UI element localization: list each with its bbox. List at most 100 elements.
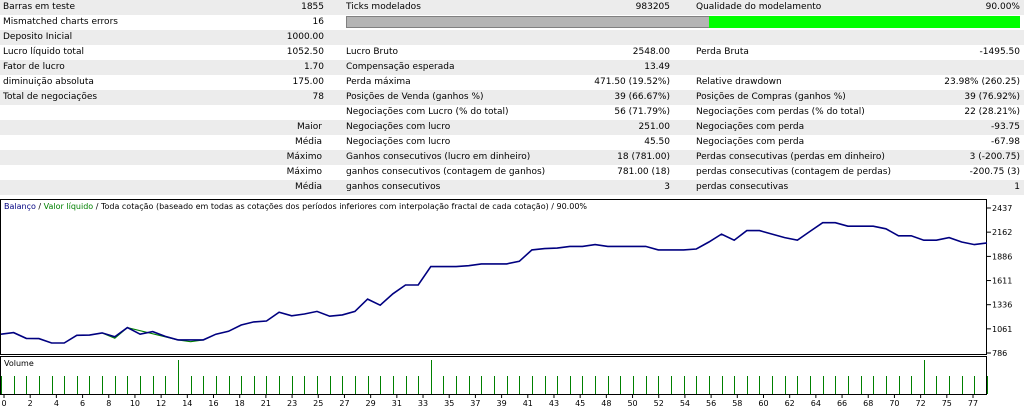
loss-trades-value: 22 (28.21%) [964,107,1020,117]
x-tick-label: 27 [339,399,349,408]
expected-payoff-value: 13.49 [644,62,670,72]
y-tick-label: 786 [992,349,1007,356]
y-tick-label: 1061 [992,325,1012,334]
report-row-maximum: Máximo Ganhos consecutivos (lucro em din… [0,150,1024,165]
avg-cons-loss-value: 1 [1014,182,1020,192]
profit-factor-value: 1.70 [303,62,324,72]
x-axis-ticks: 0 2 4 6 8 10 12 14 16 18 21 23 25 27 29 31 33 35 37 39 41 43 4… [1,395,978,408]
x-tick-label: 48 [601,399,611,408]
short-positions-value: 39 (66.67%) [614,92,670,102]
gross-profit-value: 2548.00 [632,47,670,57]
max-cons-wins-money-value: 18 (781.00) [617,152,670,162]
y-tick-label: 1886 [992,252,1012,261]
x-tick-label: 8 [106,399,111,408]
report-row-maximal: Máximo ganhos consecutivos (contagem de … [0,165,1024,180]
average2-label: Média [294,182,322,192]
x-tick-label: 6 [80,399,85,408]
report-row-average: Média Negociações com lucro 45.50 Negoci… [0,135,1024,150]
x-tick-label: 77 [968,399,978,408]
x-tick-label: 0 [1,399,6,408]
report-row-factor: Fator de lucro 1.70 Compensação esperada… [0,60,1024,75]
largest-profit-value: 251.00 [638,122,671,132]
net-profit-value: 1052.50 [286,47,324,57]
x-tick-label: 33 [418,399,428,408]
x-tick-label: 58 [732,399,742,408]
x-tick-label: 25 [313,399,323,408]
y-tick-label: 2437 [992,204,1012,213]
gross-loss-value: -1495.50 [979,47,1020,57]
x-tick-label: 52 [654,399,664,408]
deposit-label: Deposito Inicial [3,32,73,42]
y-tick-label: 1611 [992,277,1012,286]
x-tick-label: 29 [366,399,376,408]
x-tick-label: 64 [811,399,821,408]
x-tick-label: 60 [758,399,768,408]
max-cons-loss-money-value: 3 (-200.75) [969,152,1020,162]
deposit-value: 1000.00 [286,32,324,42]
average-label: Média [294,137,322,147]
volume-chart-svg: Volume [0,356,988,395]
long-positions-value: 39 (76.92%) [964,92,1020,102]
profit-factor-label: Fator de lucro [3,62,65,72]
largest-label: Maior [297,122,322,132]
x-tick-label: 68 [863,399,873,408]
report-row-largest: Maior Negociações com lucro 251.00 Negoc… [0,120,1024,135]
avg-cons-wins-value: 3 [664,182,670,192]
x-tick-label: 66 [837,399,847,408]
bars-value: 1855 [301,2,324,12]
profit-trades-value: 56 (71.79%) [614,107,670,117]
x-tick-label: 18 [235,399,245,408]
x-tick-label: 16 [208,399,218,408]
legend-sep: / [36,202,44,211]
x-tick-label: 14 [182,399,192,408]
quality-value: 90.00% [985,2,1020,12]
x-tick-label: 39 [497,399,507,408]
report-row-trades: Total de negociações 78 Posições de Vend… [0,90,1024,105]
chart-legend: Balanço / Valor líquido / Toda cotação (… [4,202,587,211]
x-tick-label: 70 [889,399,899,408]
legend-balance: Balanço [4,202,36,211]
y-tick-label: 1336 [992,301,1012,310]
avg-profit-value: 45.50 [644,137,670,147]
x-tick-label: 10 [130,399,140,408]
x-tick-label: 45 [575,399,585,408]
report-row-drawdown: diminuição absoluta 175.00 Perda máxima … [0,75,1024,90]
balance-chart: 786 1061 1336 1611 1886 2162 2437 Balanço / Va… [0,197,1024,358]
balance-chart-svg: 786 1061 1336 1611 1886 2162 2437 Balanço / Va… [0,199,1012,358]
quality-bar-fill [709,16,1020,28]
report-row-deposit: Deposito Inicial 1000.00 [0,30,1024,45]
x-tick-label: 37 [470,399,480,408]
bars-label: Barras em teste [3,2,75,12]
report-row-mismatch: Mismatched charts errors 16 [0,15,1024,30]
x-tick-label: 72 [916,399,926,408]
abs-drawdown-value: 175.00 [292,77,325,87]
x-tick-label: 41 [523,399,533,408]
maximal-cons-loss-value: -200.75 (3) [969,167,1020,177]
max-drawdown-value: 471.50 (19.52%) [594,77,670,87]
report-row-profit: Lucro líquido total 1052.50 Lucro Bruto … [0,45,1024,60]
volume-frame [0,356,987,395]
net-profit-label: Lucro líquido total [3,47,84,57]
maximal-cons-profit-value: 781.00 (18) [617,167,670,177]
volume-chart: Volume [0,356,1024,395]
maximum-label: Máximo [286,152,322,162]
x-tick-label: 56 [706,399,716,408]
x-tick-label: 4 [54,399,59,408]
x-tick-label: 23 [287,399,297,408]
x-tick-label: 54 [680,399,690,408]
chart-frame [0,199,987,355]
y-axis: 786 1061 1336 1611 1886 2162 2437 [987,204,1012,358]
x-tick-label: 12 [156,399,166,408]
x-tick-label: 35 [444,399,454,408]
abs-drawdown-label: diminuição absoluta [3,77,94,87]
x-tick-label: 31 [392,399,402,408]
x-tick-label: 21 [261,399,271,408]
avg-loss-value: -67.98 [990,137,1020,147]
x-tick-label: 2 [28,399,33,408]
largest-loss-value: -93.75 [990,122,1020,132]
x-tick-label: 62 [785,399,795,408]
legend-rest: / Toda cotação (baseado em todas as cota… [93,202,587,211]
report-row-bars: Barras em teste 1855 Ticks modelados 983… [0,0,1024,15]
mismatch-label: Mismatched charts errors [3,17,118,27]
report-row-average-consecutive: Média ganhos consecutivos 3 perdas conse… [0,180,1024,195]
